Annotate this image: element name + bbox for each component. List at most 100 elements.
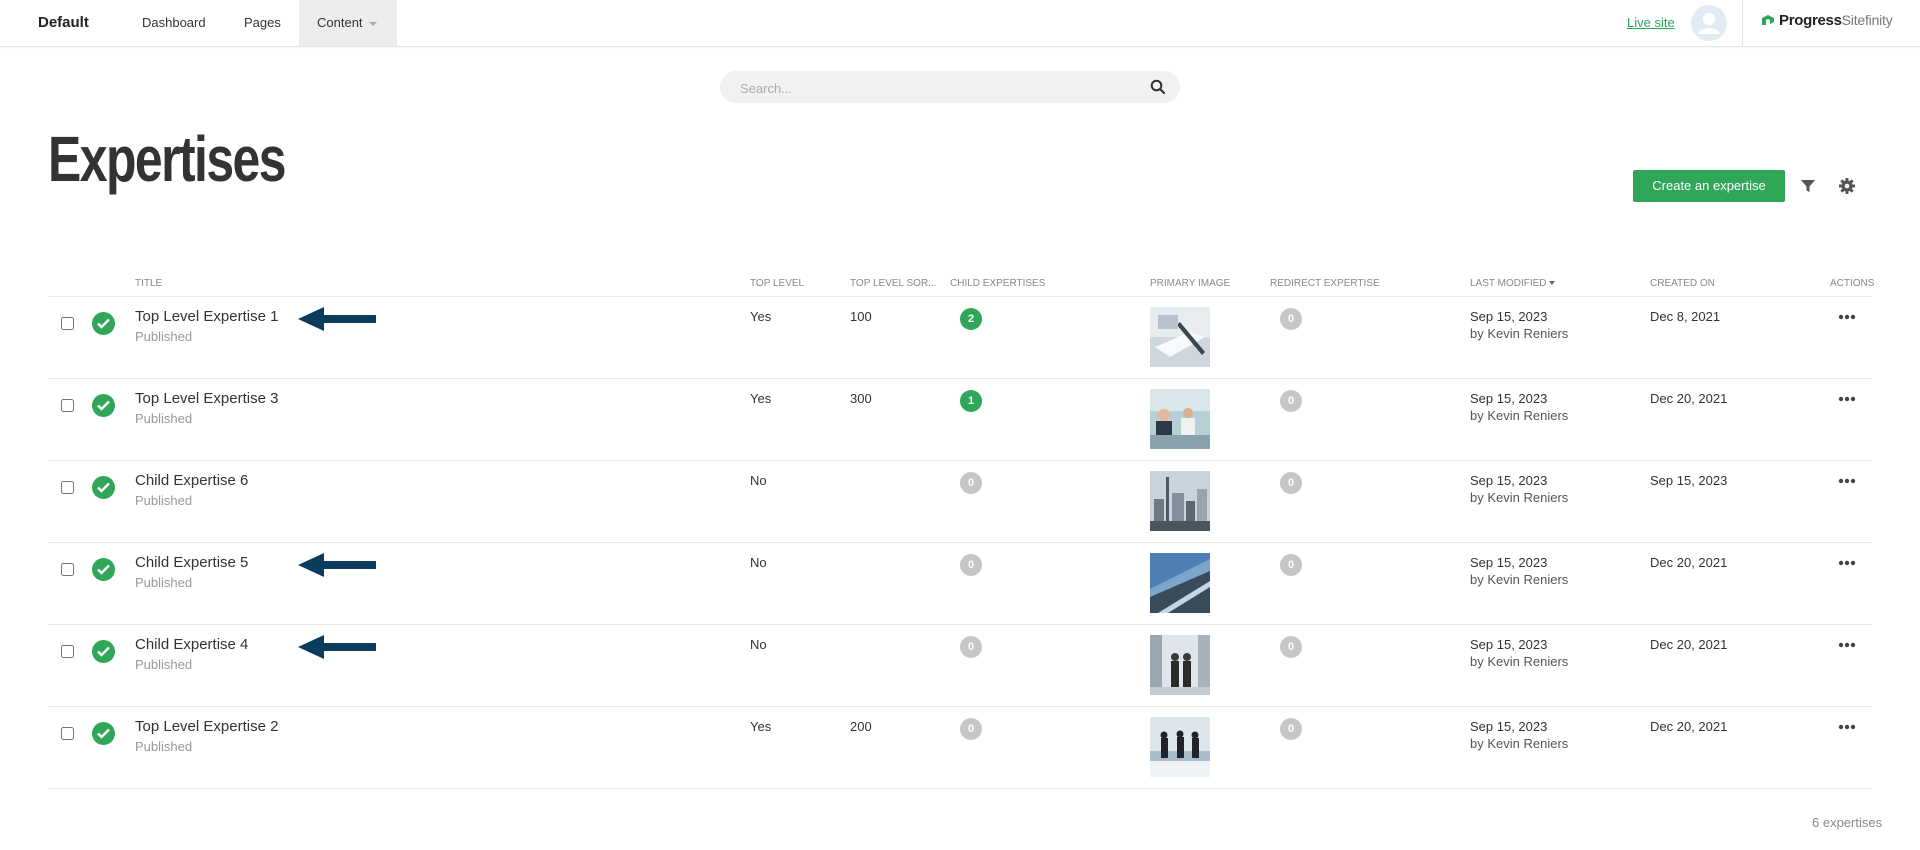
header-child-expertises[interactable]: CHILD EXPERTISES	[950, 278, 1045, 289]
arrow-left-icon	[298, 553, 376, 577]
row-status: Published	[135, 575, 193, 590]
child-count-badge[interactable]: 0	[960, 554, 982, 576]
last-modified-by: by Kevin Reniers	[1470, 572, 1569, 587]
search-input[interactable]	[738, 71, 1142, 105]
avatar[interactable]	[1691, 5, 1727, 41]
more-actions-icon[interactable]	[1838, 478, 1856, 484]
site-name[interactable]: Default	[38, 14, 89, 31]
row-status: Published	[135, 739, 193, 754]
redirect-count-badge[interactable]: 0	[1280, 472, 1302, 494]
search-icon[interactable]	[1150, 79, 1166, 95]
row-checkbox[interactable]	[61, 727, 74, 740]
more-actions-icon[interactable]	[1838, 642, 1856, 648]
header-created-on[interactable]: CREATED ON	[1650, 278, 1715, 289]
table-row[interactable]: Child Expertise 4 Published No 0 0 Sep 1…	[48, 625, 1872, 707]
created-on-date: Sep 15, 2023	[1650, 473, 1728, 488]
created-on-date: Dec 20, 2021	[1650, 719, 1728, 734]
live-site-link[interactable]: Live site	[1627, 15, 1675, 30]
header-last-modified-label: LAST MODIFIED	[1470, 278, 1547, 289]
chevron-down-icon	[368, 21, 377, 26]
more-actions-icon[interactable]	[1838, 724, 1856, 730]
row-title-link[interactable]: Child Expertise 5	[135, 554, 248, 571]
created-on-date: Dec 8, 2021	[1650, 309, 1721, 324]
item-count: 6 expertises	[1812, 815, 1883, 830]
row-title-link[interactable]: Child Expertise 6	[135, 472, 248, 489]
user-icon	[1698, 13, 1720, 34]
top-level-value: No	[750, 637, 767, 652]
header-top-level-sort[interactable]: TOP LEVEL SOR...	[850, 278, 937, 289]
row-status: Published	[135, 657, 193, 672]
more-actions-icon[interactable]	[1838, 396, 1856, 402]
create-expertise-button[interactable]: Create an expertise	[1633, 170, 1785, 202]
brand-secondary: Sitefinity	[1841, 12, 1893, 28]
row-checkbox[interactable]	[61, 399, 74, 412]
nav-dashboard[interactable]: Dashboard	[124, 0, 224, 46]
redirect-count-badge[interactable]: 0	[1280, 554, 1302, 576]
last-modified-date: Sep 15, 2023	[1470, 473, 1548, 488]
created-on-date: Dec 20, 2021	[1650, 391, 1728, 406]
top-level-value: No	[750, 555, 767, 570]
last-modified-by: by Kevin Reniers	[1470, 326, 1569, 341]
table-row[interactable]: Child Expertise 6 Published No 0 0 Sep 1…	[48, 461, 1872, 543]
sort-value: 100	[850, 309, 872, 324]
redirect-count-badge[interactable]: 0	[1280, 308, 1302, 330]
child-count-badge[interactable]: 0	[960, 718, 982, 740]
published-status-icon	[92, 312, 115, 335]
row-checkbox[interactable]	[61, 645, 74, 658]
row-checkbox[interactable]	[61, 563, 74, 576]
row-title-link[interactable]: Top Level Expertise 2	[135, 718, 278, 735]
glass-building-photo	[1150, 553, 1210, 613]
office-pen-photo	[1150, 307, 1210, 367]
header-redirect-expertise[interactable]: REDIRECT EXPERTISE	[1270, 278, 1380, 289]
top-level-value: No	[750, 473, 767, 488]
office-meeting-photo	[1150, 389, 1210, 449]
row-status: Published	[135, 411, 193, 426]
brand-logo: ProgressSitefinity	[1760, 12, 1893, 29]
created-on-date: Dec 20, 2021	[1650, 555, 1728, 570]
progress-logo-icon	[1762, 15, 1774, 25]
header-last-modified[interactable]: LAST MODIFIED	[1470, 278, 1556, 289]
divider	[1742, 0, 1743, 46]
child-count-badge[interactable]: 0	[960, 472, 982, 494]
sort-value: 300	[850, 391, 872, 406]
more-actions-icon[interactable]	[1838, 560, 1856, 566]
published-status-icon	[92, 558, 115, 581]
row-title-link[interactable]: Top Level Expertise 3	[135, 390, 278, 407]
redirect-count-badge[interactable]: 0	[1280, 390, 1302, 412]
redirect-count-badge[interactable]: 0	[1280, 636, 1302, 658]
table-row[interactable]: Top Level Expertise 1 Published Yes 100 …	[48, 297, 1872, 379]
row-status: Published	[135, 493, 193, 508]
header-title[interactable]: TITLE	[135, 278, 162, 289]
more-actions-icon[interactable]	[1838, 314, 1856, 320]
gear-icon[interactable]	[1838, 177, 1856, 195]
row-checkbox[interactable]	[61, 317, 74, 330]
table-row[interactable]: Top Level Expertise 2 Published Yes 200 …	[48, 707, 1872, 789]
child-count-badge[interactable]: 1	[960, 390, 982, 412]
top-level-value: Yes	[750, 309, 772, 324]
arrow-left-icon	[298, 307, 376, 331]
last-modified-date: Sep 15, 2023	[1470, 637, 1548, 652]
last-modified-date: Sep 15, 2023	[1470, 391, 1548, 406]
nav-content[interactable]: Content	[299, 0, 397, 46]
top-level-value: Yes	[750, 391, 772, 406]
row-title-link[interactable]: Top Level Expertise 1	[135, 308, 278, 325]
published-status-icon	[92, 476, 115, 499]
sort-desc-icon	[1549, 281, 1556, 286]
published-status-icon	[92, 640, 115, 663]
table-row[interactable]: Top Level Expertise 3 Published Yes 300 …	[48, 379, 1872, 461]
filter-icon[interactable]	[1800, 178, 1816, 194]
row-title-link[interactable]: Child Expertise 4	[135, 636, 248, 653]
nav-pages[interactable]: Pages	[226, 0, 299, 46]
last-modified-by: by Kevin Reniers	[1470, 490, 1569, 505]
published-status-icon	[92, 394, 115, 417]
handshake-photo	[1150, 635, 1210, 695]
child-count-badge[interactable]: 0	[960, 636, 982, 658]
published-status-icon	[92, 722, 115, 745]
redirect-count-badge[interactable]: 0	[1280, 718, 1302, 740]
header-top-level[interactable]: TOP LEVEL	[750, 278, 804, 289]
brand-primary: Progress	[1779, 12, 1842, 29]
child-count-badge[interactable]: 2	[960, 308, 982, 330]
row-checkbox[interactable]	[61, 481, 74, 494]
header-primary-image: PRIMARY IMAGE	[1150, 278, 1231, 289]
table-row[interactable]: Child Expertise 5 Published No 0 0 Sep 1…	[48, 543, 1872, 625]
